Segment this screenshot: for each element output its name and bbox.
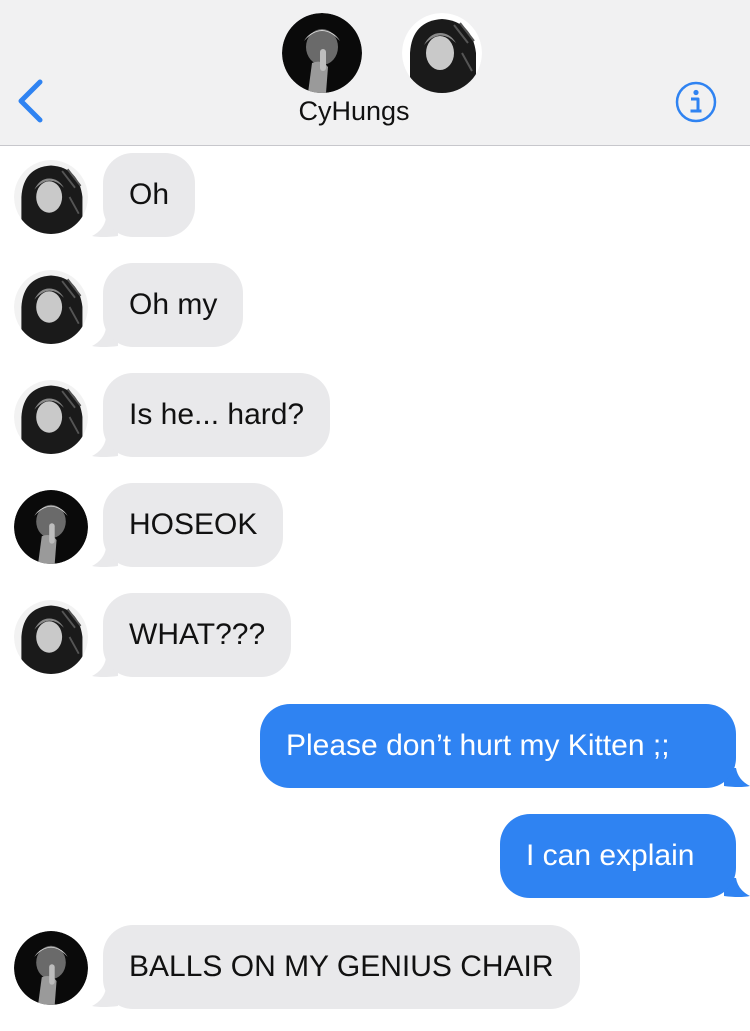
messages-screen: CyHungs Oh Oh my Is he... hard? HOSEOK W…	[0, 0, 750, 1031]
incoming-message[interactable]: Oh my	[103, 263, 244, 347]
member-2-avatar[interactable]	[14, 160, 88, 234]
group-member-2-avatar[interactable]	[402, 13, 482, 93]
info-button[interactable]	[674, 80, 718, 124]
incoming-message[interactable]: Is he... hard?	[103, 373, 331, 457]
member-2-avatar[interactable]	[14, 380, 88, 454]
info-icon	[675, 81, 717, 123]
outgoing-message[interactable]: Please don’t hurt my Kitten ;;	[260, 704, 736, 788]
member-2-avatar[interactable]	[14, 600, 88, 674]
member-1-avatar[interactable]	[14, 931, 88, 1005]
member-1-avatar[interactable]	[14, 490, 88, 564]
incoming-message[interactable]: WHAT???	[103, 593, 292, 677]
member-2-avatar[interactable]	[14, 270, 88, 344]
conversation-header: CyHungs	[0, 0, 750, 146]
incoming-message[interactable]: HOSEOK	[103, 483, 284, 567]
group-member-1-avatar[interactable]	[282, 13, 362, 93]
outgoing-message[interactable]: I can explain	[500, 814, 736, 898]
conversation-title[interactable]: CyHungs	[0, 96, 708, 127]
incoming-message[interactable]: BALLS ON MY GENIUS CHAIR	[103, 925, 580, 1009]
incoming-message[interactable]: Oh	[103, 153, 196, 237]
